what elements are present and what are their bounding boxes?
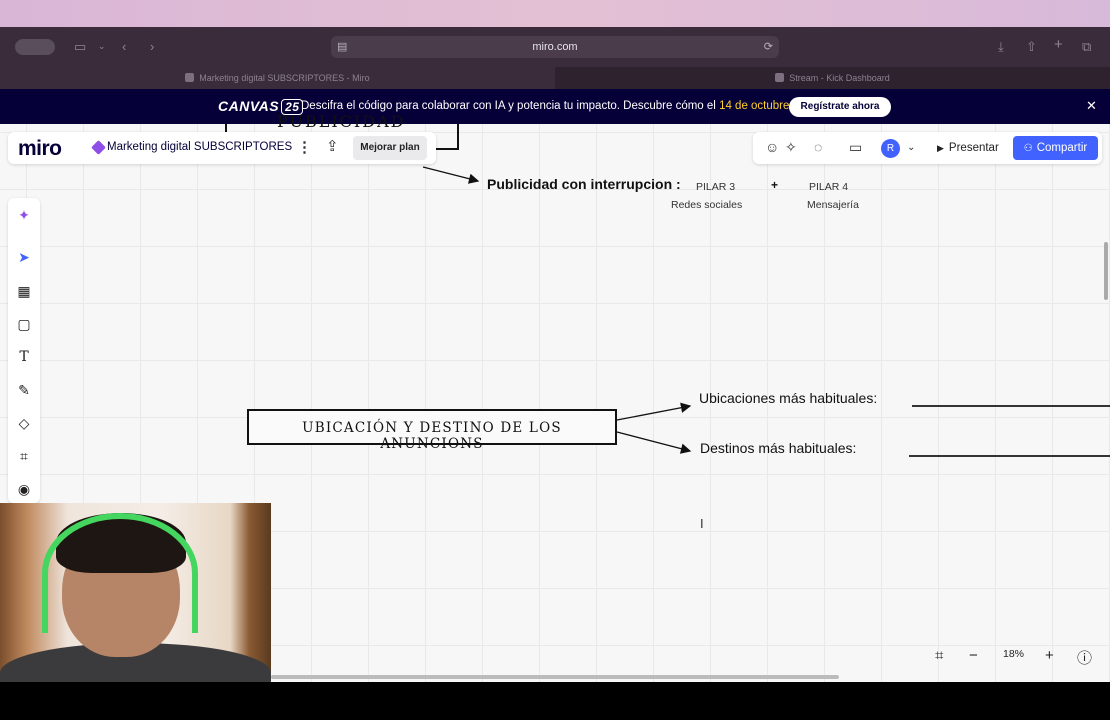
fit-screen-icon[interactable]: ⌗ bbox=[935, 647, 943, 664]
ai-sparkle-icon[interactable]: ✦ bbox=[16, 207, 32, 223]
ubicacion-destino-box[interactable]: UBICACIÓN Y DESTINO DE LOS ANUNCIONS bbox=[247, 409, 617, 452]
apps-icon[interactable]: ◉ bbox=[16, 481, 32, 497]
templates-icon[interactable]: ▦ bbox=[16, 283, 32, 299]
webcam-overlay bbox=[0, 503, 271, 682]
board-icon bbox=[91, 140, 106, 155]
plus-sign[interactable]: + bbox=[771, 178, 778, 192]
pillar-4-subtitle[interactable]: Mensajería bbox=[807, 199, 859, 211]
pen-icon[interactable]: ✎ bbox=[16, 382, 32, 398]
pillar-3-title[interactable]: PILAR 3 bbox=[696, 181, 735, 193]
frame-icon[interactable]: ⌗ bbox=[16, 448, 32, 464]
shapes-icon[interactable]: ◇ bbox=[16, 415, 32, 431]
help-icon[interactable]: ⓘ bbox=[1077, 647, 1092, 668]
avatar[interactable]: R bbox=[881, 139, 900, 158]
zoom-controls: ⌗ − 18% + ⓘ bbox=[927, 640, 1102, 672]
pillar-4-title[interactable]: PILAR 4 bbox=[809, 181, 848, 193]
reactions-icon[interactable]: ☺ bbox=[765, 139, 779, 155]
arrow-to-pub-title bbox=[422, 166, 480, 184]
pillar-3-subtitle[interactable]: Redes sociales bbox=[671, 199, 742, 211]
upgrade-plan-button[interactable]: Mejorar plan bbox=[353, 136, 427, 160]
board-name[interactable]: Marketing digital SUBSCRIPTORES bbox=[107, 141, 292, 153]
destinos-label[interactable]: Destinos más habituales: bbox=[700, 440, 856, 456]
people-icon: ⚇ bbox=[1023, 143, 1033, 154]
more-options-icon[interactable]: ⋮ bbox=[297, 138, 312, 156]
zoom-out-icon[interactable]: − bbox=[969, 647, 978, 664]
zoom-in-icon[interactable]: + bbox=[1045, 647, 1054, 664]
zoom-level[interactable]: 18% bbox=[1003, 648, 1024, 660]
miro-logo[interactable]: miro bbox=[18, 137, 62, 161]
chevron-down-icon[interactable]: ⌄ bbox=[907, 142, 915, 153]
left-toolbar: ✦ ➤ ▦ ▢ T ✎ ◇ ⌗ ◉ bbox=[8, 198, 40, 503]
ubicaciones-line[interactable] bbox=[912, 405, 1110, 407]
comments-icon[interactable]: ◌ bbox=[814, 139, 822, 155]
text-cursor-icon: I bbox=[700, 516, 704, 531]
export-icon[interactable]: ⇪ bbox=[326, 137, 339, 155]
arrow-to-destinos bbox=[616, 431, 692, 454]
share-button[interactable]: ⚇ Compartir bbox=[1013, 136, 1098, 160]
play-icon: ▶ bbox=[937, 143, 944, 153]
vertical-scrollbar[interactable] bbox=[1104, 242, 1108, 300]
share-label: Compartir bbox=[1036, 142, 1088, 154]
board-header-panel: miro Marketing digital SUBSCRIPTORES ⋮ ⇪… bbox=[8, 132, 436, 164]
ubicaciones-label[interactable]: Ubicaciones más habituales: bbox=[699, 390, 877, 406]
horizontal-scrollbar[interactable] bbox=[271, 675, 839, 679]
publicidad-interrupcion-title[interactable]: Publicidad con interrupcion : bbox=[487, 176, 681, 192]
headset-icon bbox=[42, 513, 198, 633]
select-cursor-icon[interactable]: ➤ bbox=[16, 249, 32, 265]
celebrate-icon[interactable]: ✧ bbox=[785, 139, 797, 156]
sticky-note-icon[interactable]: ▢ bbox=[16, 316, 32, 332]
text-tool-icon[interactable]: T bbox=[16, 349, 32, 365]
collaboration-panel: ☺ ✧ ◌ ▭ R ⌄ ▶ Presentar ⚇ Compartir bbox=[753, 132, 1102, 164]
video-call-icon[interactable]: ▭ bbox=[849, 139, 862, 156]
present-label: Presentar bbox=[948, 142, 999, 154]
ubicacion-destino-text: UBICACIÓN Y DESTINO DE LOS ANUNCIONS bbox=[302, 420, 562, 452]
destinos-line[interactable] bbox=[909, 455, 1110, 457]
present-button[interactable]: ▶ Presentar bbox=[929, 136, 1007, 160]
arrow-to-ubicaciones bbox=[616, 402, 692, 421]
